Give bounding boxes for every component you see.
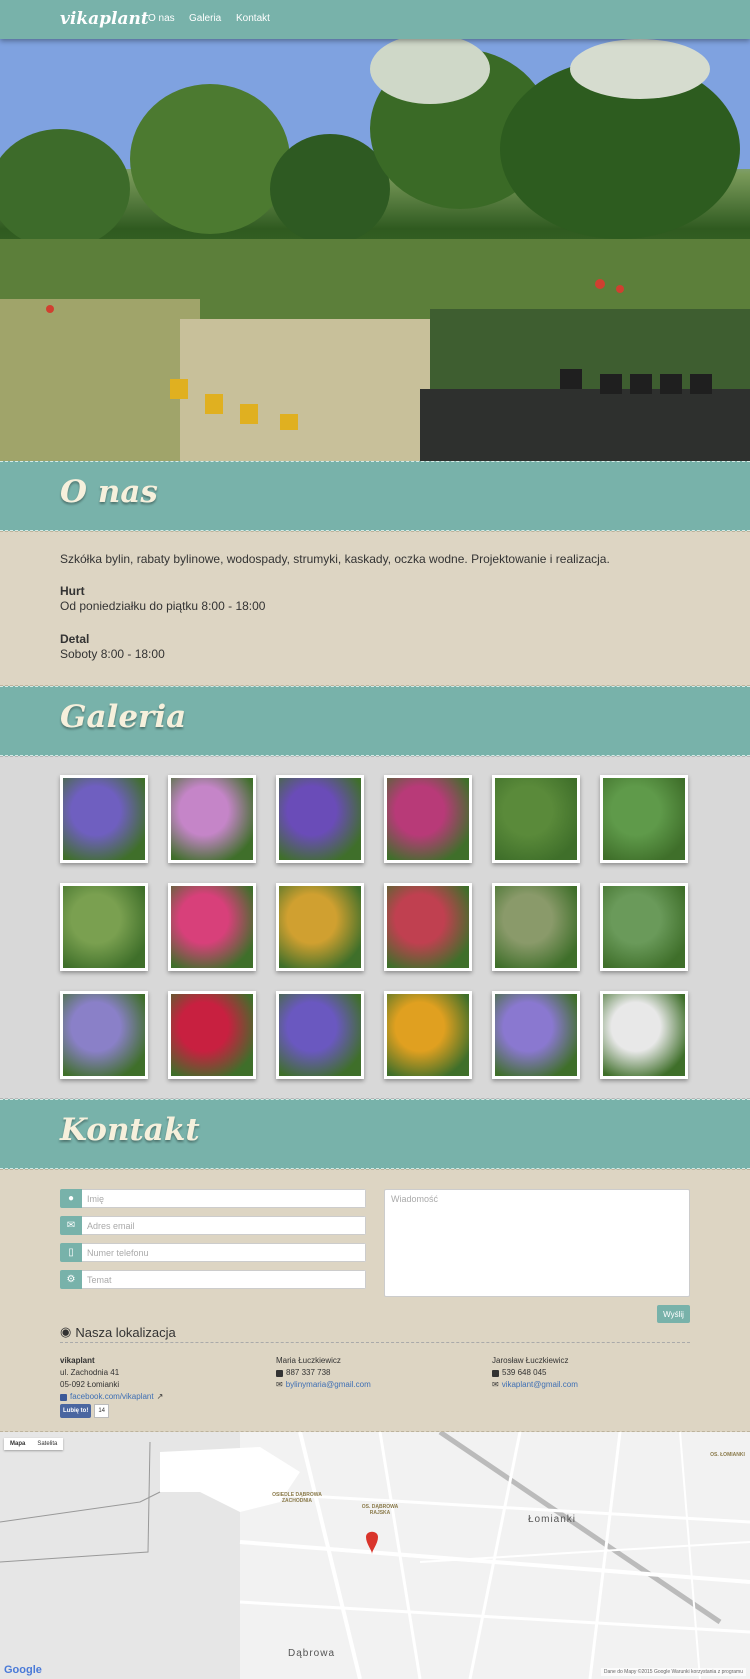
hero-image bbox=[0, 39, 750, 461]
gallery-thumbnail[interactable] bbox=[168, 775, 256, 863]
envelope-icon: ✉ bbox=[276, 1380, 283, 1389]
map-town-lomianki: Łomianki bbox=[528, 1514, 577, 1525]
gear-icon: ⚙ bbox=[60, 1270, 82, 1289]
gallery-thumbnail[interactable] bbox=[600, 991, 688, 1079]
gallery-thumbnail[interactable] bbox=[492, 775, 580, 863]
google-map[interactable]: Mapa Satelita Łomianki Dąbrowa OSIEDLE D… bbox=[0, 1432, 750, 1679]
gallery-thumbnail[interactable] bbox=[276, 991, 364, 1079]
map-town-dabrowa: Dąbrowa bbox=[288, 1648, 336, 1659]
gallery-thumbnail[interactable] bbox=[168, 991, 256, 1079]
phone-icon: ▯ bbox=[60, 1243, 82, 1262]
globe-icon: ◉ bbox=[60, 1324, 72, 1339]
subject-field: ⚙ bbox=[60, 1270, 366, 1289]
map-area-dabrowa-zachodnia: OSIEDLE DĄBROWA ZACHODNIA bbox=[272, 1492, 322, 1504]
map-area-lomianki: OS. ŁOMIANKI bbox=[710, 1452, 745, 1458]
gallery-thumbnail[interactable] bbox=[492, 991, 580, 1079]
phone-icon bbox=[492, 1369, 499, 1377]
phone-field: ▯ bbox=[60, 1243, 366, 1262]
section-banner-about: O nas bbox=[0, 461, 750, 531]
retail-hours: Soboty 8:00 - 18:00 bbox=[60, 647, 165, 661]
user-icon: ● bbox=[60, 1189, 82, 1208]
section-banner-contact: Kontakt bbox=[0, 1099, 750, 1169]
section-title-about: O nas bbox=[60, 474, 158, 510]
section-title-gallery: Galeria bbox=[60, 699, 187, 735]
google-logo: Google bbox=[4, 1664, 42, 1676]
gallery-thumbnail[interactable] bbox=[60, 883, 148, 971]
gallery-thumbnail[interactable] bbox=[60, 775, 148, 863]
gallery-thumbnail[interactable] bbox=[600, 883, 688, 971]
company-street: ul. Zachodnia 41 bbox=[60, 1368, 120, 1377]
phone-icon bbox=[276, 1369, 283, 1377]
map-footer: Dane do Mapy ©2015 Google Warunki korzys… bbox=[600, 1668, 746, 1676]
section-banner-gallery: Galeria bbox=[0, 686, 750, 756]
nav-o-nas[interactable]: O nas bbox=[148, 13, 175, 24]
map-roads bbox=[0, 1432, 750, 1679]
page: vikaplant O nas Galeria Kontakt O nas Sz… bbox=[0, 0, 750, 1679]
gallery-thumbnail[interactable] bbox=[384, 991, 472, 1079]
gallery-thumbnail[interactable] bbox=[276, 775, 364, 863]
person2-phone: 539 648 045 bbox=[502, 1368, 547, 1377]
facebook-link[interactable]: facebook.com/vikaplant bbox=[70, 1391, 154, 1403]
location-divider bbox=[60, 1342, 690, 1343]
map-tab-satellite[interactable]: Satelita bbox=[31, 1438, 63, 1450]
person2-email[interactable]: vikaplant@gmail.com bbox=[502, 1379, 578, 1391]
section-title-contact: Kontakt bbox=[60, 1112, 200, 1148]
navbar: vikaplant O nas Galeria Kontakt bbox=[0, 0, 750, 39]
gallery-thumbnail[interactable] bbox=[168, 883, 256, 971]
person2-column: Jarosław Łuczkiewicz 539 648 045 ✉ vikap… bbox=[492, 1355, 578, 1391]
subject-input[interactable] bbox=[82, 1270, 366, 1289]
nav-galeria[interactable]: Galeria bbox=[189, 13, 221, 24]
email-input[interactable] bbox=[82, 1216, 366, 1235]
location-heading: ◉ Nasza lokalizacja bbox=[60, 1324, 176, 1340]
external-link-icon: ↗ bbox=[156, 1392, 164, 1401]
person2-name: Jarosław Łuczkiewicz bbox=[492, 1356, 569, 1365]
gallery-thumbnail[interactable] bbox=[276, 883, 364, 971]
name-input[interactable] bbox=[82, 1189, 366, 1208]
send-button[interactable]: Wyślij bbox=[657, 1305, 690, 1323]
gallery-thumbnail[interactable] bbox=[384, 883, 472, 971]
hero-garden-illustration bbox=[0, 39, 750, 461]
about-intro: Szkółka bylin, rabaty bylinowe, wodospad… bbox=[60, 552, 610, 566]
nav-kontakt[interactable]: Kontakt bbox=[236, 13, 270, 24]
facebook-like-count: 14 bbox=[94, 1404, 110, 1418]
about-section: Szkółka bylin, rabaty bylinowe, wodospad… bbox=[0, 531, 750, 686]
contact-section: ● ✉ ▯ ⚙ Wyślij ◉ Nasza lokalizacja vikap… bbox=[0, 1169, 750, 1432]
person1-email[interactable]: bylinymaria@gmail.com bbox=[286, 1379, 371, 1391]
wholesale-hours: Od poniedziałku do piątku 8:00 - 18:00 bbox=[60, 599, 266, 613]
envelope-icon: ✉ bbox=[60, 1216, 82, 1235]
facebook-like-button[interactable]: Lubię to! bbox=[60, 1404, 92, 1418]
location-title: Nasza lokalizacja bbox=[75, 1324, 176, 1340]
retail-heading: Detal bbox=[60, 632, 90, 646]
company-column: vikaplant ul. Zachodnia 41 05-092 Łomian… bbox=[60, 1355, 163, 1418]
name-field: ● bbox=[60, 1189, 366, 1208]
person1-phone: 887 337 738 bbox=[286, 1368, 331, 1377]
person1-column: Maria Łuczkiewicz 887 337 738 ✉ bylinyma… bbox=[276, 1355, 371, 1391]
company-name: vikaplant bbox=[60, 1356, 95, 1365]
phone-input[interactable] bbox=[82, 1243, 366, 1262]
company-city: 05-092 Łomianki bbox=[60, 1380, 120, 1389]
envelope-icon: ✉ bbox=[492, 1380, 499, 1389]
map-tab-map[interactable]: Mapa bbox=[4, 1438, 31, 1450]
gallery-thumbnail[interactable] bbox=[492, 883, 580, 971]
gallery-section bbox=[0, 756, 750, 1099]
gallery-thumbnail[interactable] bbox=[60, 991, 148, 1079]
map-area-dabrowa-rajska: OS. DĄBROWA RAJSKA bbox=[361, 1504, 399, 1516]
wholesale-heading: Hurt bbox=[60, 584, 85, 598]
person1-name: Maria Łuczkiewicz bbox=[276, 1356, 341, 1365]
gallery-thumbnail[interactable] bbox=[600, 775, 688, 863]
message-textarea[interactable] bbox=[384, 1189, 690, 1297]
map-type-tabs: Mapa Satelita bbox=[4, 1438, 64, 1450]
gallery-thumbnail[interactable] bbox=[384, 775, 472, 863]
facebook-icon bbox=[60, 1393, 67, 1401]
facebook-like-widget: Lubię to! 14 bbox=[60, 1404, 110, 1418]
brand-logo[interactable]: vikaplant bbox=[60, 9, 149, 29]
email-field: ✉ bbox=[60, 1216, 366, 1235]
